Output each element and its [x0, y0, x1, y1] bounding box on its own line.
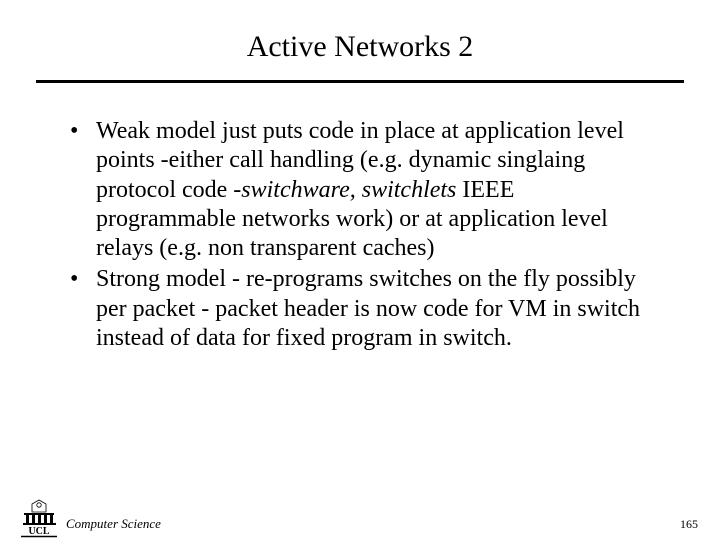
logo-text: UCL	[28, 526, 49, 537]
slide: Active Networks 2 Weak model just puts c…	[0, 0, 720, 554]
bullet-text: Strong model - re-programs switches on t…	[96, 266, 640, 351]
slide-title: Active Networks 2	[0, 0, 720, 80]
bullet-list: Weak model just puts code in place at ap…	[68, 117, 660, 353]
ucl-logo: UCL	[18, 498, 60, 538]
footer-department: Computer Science	[66, 516, 161, 532]
bullet-text-italic: switchware, switchlets	[241, 177, 456, 203]
slide-body: Weak model just puts code in place at ap…	[0, 83, 720, 353]
page-number: 165	[680, 517, 698, 532]
slide-footer: UCL Computer Science 165	[0, 498, 720, 538]
bullet-item: Weak model just puts code in place at ap…	[68, 117, 660, 263]
bullet-item: Strong model - re-programs switches on t…	[68, 265, 660, 353]
